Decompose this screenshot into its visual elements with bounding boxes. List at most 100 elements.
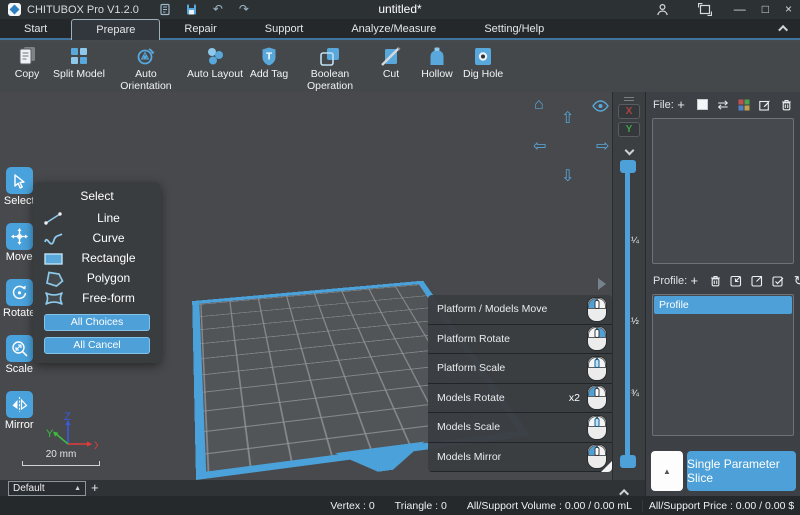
split-model-icon xyxy=(67,46,91,67)
view-up-icon[interactable]: ⇧ xyxy=(561,111,574,127)
tab-start[interactable]: Start xyxy=(0,19,71,38)
select-mode-free-form[interactable]: Free-form xyxy=(33,288,161,308)
auto-orientation-icon xyxy=(134,46,158,67)
maximize-button[interactable]: □ xyxy=(762,0,769,19)
svg-text:T: T xyxy=(266,52,272,63)
rename-file-icon[interactable] xyxy=(758,98,772,112)
move-icon xyxy=(6,223,33,250)
cut-button[interactable]: Cut xyxy=(368,45,414,82)
mouse-wheel-icon xyxy=(587,356,607,381)
single-parameter-slice-button[interactable]: Single Parameter Slice xyxy=(687,451,796,491)
preset-value: Default xyxy=(13,483,45,494)
minimize-button[interactable]: — xyxy=(734,0,746,19)
polygon-icon xyxy=(42,270,66,287)
copy-button[interactable]: Copy xyxy=(4,45,50,82)
clip-axis-y-button[interactable]: Y xyxy=(618,122,640,137)
mirror-icon xyxy=(6,391,33,418)
scale-tool-button[interactable]: Scale xyxy=(3,335,35,375)
profile-list[interactable]: Profile xyxy=(652,294,794,436)
clipping-slider-upper-handle[interactable] xyxy=(620,160,636,173)
refresh-profile-icon[interactable]: ↻ xyxy=(792,274,800,288)
clip-axis-x-button[interactable]: X xyxy=(618,104,640,119)
preset-dropdown[interactable]: Default ▲ xyxy=(8,481,86,496)
triangle-count: Triangle : 0 xyxy=(395,500,447,512)
mouse-left-button-icon xyxy=(587,385,607,410)
auto-orientation-button[interactable]: Auto Orientation xyxy=(108,45,184,94)
save-icon[interactable] xyxy=(182,0,202,19)
all-choices-button[interactable]: All Choices xyxy=(44,314,150,331)
clipping-slider-track[interactable] xyxy=(625,168,630,462)
select-mode-polygon[interactable]: Polygon xyxy=(33,268,161,288)
all-cancel-button[interactable]: All Cancel xyxy=(44,337,150,354)
mouse-left-button-icon xyxy=(587,297,607,322)
export-profile-icon[interactable] xyxy=(750,274,764,288)
line-icon xyxy=(42,210,66,227)
panel-expand-icon[interactable] xyxy=(598,278,606,290)
add-profile-icon[interactable]: + xyxy=(687,274,701,288)
add-preset-button[interactable]: + xyxy=(91,481,99,495)
mouse-hint-row: Models Scale xyxy=(428,413,612,443)
auto-layout-button[interactable]: Auto Layout xyxy=(184,45,246,82)
boolean-operation-icon xyxy=(318,46,342,67)
strip-collapse-icon[interactable] xyxy=(613,141,645,149)
tab-analyze-measure[interactable]: Analyze/Measure xyxy=(327,19,460,38)
visibility-icon[interactable] xyxy=(592,99,609,117)
prepare-toolbar: Copy Split Model Auto Orientation Auto L… xyxy=(0,42,800,92)
tab-repair[interactable]: Repair xyxy=(160,19,240,38)
color-group-icon[interactable] xyxy=(737,98,751,112)
import-profile-icon[interactable] xyxy=(729,274,743,288)
delete-file-icon[interactable] xyxy=(779,98,793,112)
file-label: File: xyxy=(653,99,674,111)
tab-prepare[interactable]: Prepare xyxy=(71,19,160,40)
menu-bar: Start Prepare Repair Support Analyze/Mea… xyxy=(0,19,800,40)
select-all-checkbox[interactable] xyxy=(695,98,709,112)
user-account-icon[interactable] xyxy=(653,0,673,19)
hollow-button[interactable]: Hollow xyxy=(414,45,460,82)
select-popup-title: Select xyxy=(33,189,161,203)
mouse-hint-row: Platform / Models Move xyxy=(428,295,612,325)
boolean-operation-button[interactable]: Boolean Operation xyxy=(292,45,368,94)
select-mode-curve[interactable]: Curve xyxy=(33,228,161,248)
delete-profile-icon[interactable] xyxy=(708,274,722,288)
screenshot-icon[interactable] xyxy=(695,0,715,19)
tab-setting-help[interactable]: Setting/Help xyxy=(460,19,568,38)
select-mode-line[interactable]: Line xyxy=(33,208,161,228)
file-list[interactable] xyxy=(652,118,794,264)
move-tool-button[interactable]: Move xyxy=(3,223,35,263)
slice-mode-dropdown[interactable]: ▲ xyxy=(651,451,683,491)
home-view-icon[interactable]: ⌂ xyxy=(534,97,544,113)
select-tool-button[interactable]: Select xyxy=(3,167,35,207)
new-project-icon[interactable] xyxy=(156,0,176,19)
mouse-right-button-icon xyxy=(587,326,607,351)
rotate-tool-button[interactable]: Rotate xyxy=(3,279,35,319)
mirror-tool-button[interactable]: Mirror xyxy=(3,391,35,431)
strip-grip[interactable] xyxy=(624,97,634,101)
view-right-icon[interactable]: ⇨ xyxy=(596,139,609,155)
swap-files-icon[interactable]: ⇄ xyxy=(716,98,730,112)
overlay-resize-corner[interactable] xyxy=(601,461,612,472)
edit-profile-icon[interactable] xyxy=(771,274,785,288)
clipping-slider-strip: X Y ¼ ½ ¾ xyxy=(612,92,645,480)
profile-list-item-selected[interactable]: Profile xyxy=(654,296,792,314)
mouse-hint-row: Models Rotate x2 xyxy=(428,384,612,414)
tab-support[interactable]: Support xyxy=(241,19,328,38)
close-button[interactable]: × xyxy=(785,0,792,19)
app-title: CHITUBOX Pro V1.2.0 xyxy=(27,4,139,16)
view-left-icon[interactable]: ⇦ xyxy=(533,139,546,155)
profile-label: Profile: xyxy=(653,275,687,287)
add-file-icon[interactable]: + xyxy=(674,98,688,112)
preset-spinner-icon: ▲ xyxy=(74,485,81,492)
mouse-wheel-icon xyxy=(587,415,607,440)
cut-icon xyxy=(379,46,403,67)
axis-z-label: Z xyxy=(64,412,71,423)
mouse-hint-row: Models Mirror xyxy=(428,443,612,473)
split-model-button[interactable]: Split Model xyxy=(50,45,108,82)
rectangle-icon xyxy=(42,250,66,267)
add-tag-button[interactable]: T Add Tag xyxy=(246,45,292,82)
view-down-icon[interactable]: ⇩ xyxy=(561,169,574,185)
ribbon-collapse-icon[interactable] xyxy=(781,19,788,38)
select-mode-rectangle[interactable]: Rectangle xyxy=(33,248,161,268)
status-bar: Vertex : 0 Triangle : 0 All/Support Volu… xyxy=(0,496,800,515)
clipping-slider-lower-handle[interactable] xyxy=(620,455,636,468)
dig-hole-button[interactable]: Dig Hole xyxy=(460,45,506,82)
